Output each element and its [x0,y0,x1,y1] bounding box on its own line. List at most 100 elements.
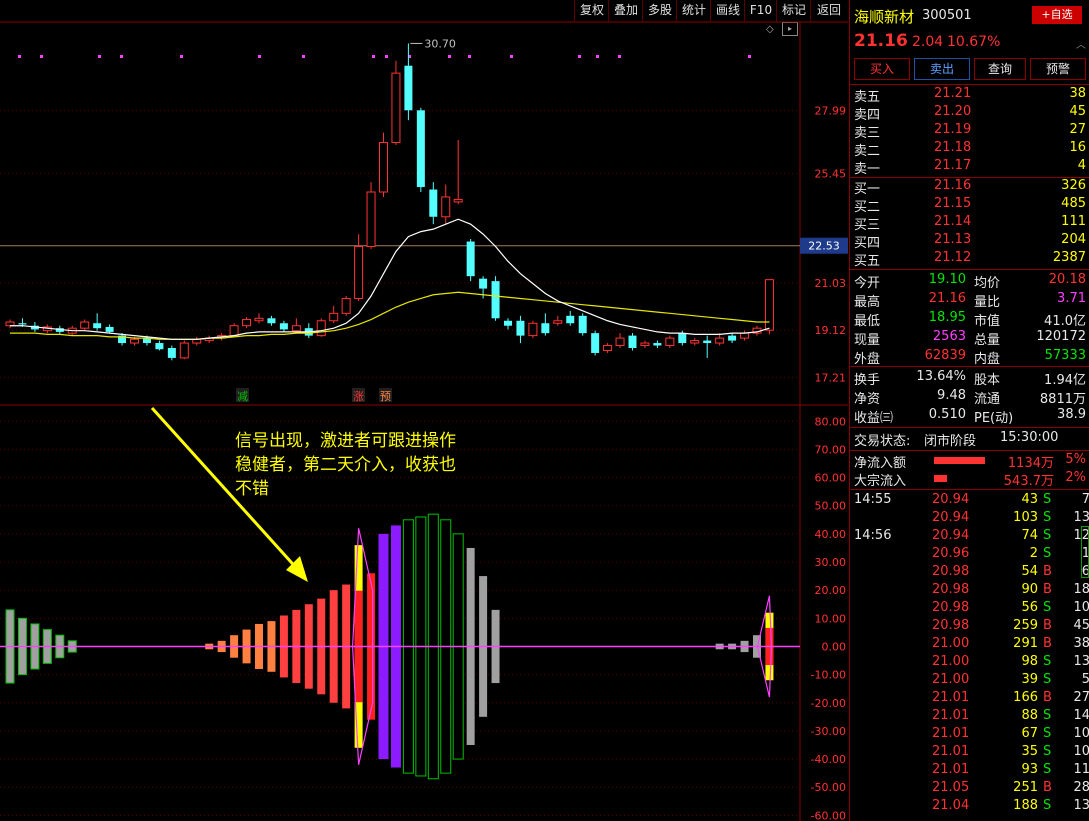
tick-side: B [1043,780,1052,795]
signal-dot [302,55,305,58]
bid-row: 买五 21.12 2387 [850,250,1089,269]
tick-price: 21.01 [932,690,970,705]
stat-label: 收益㈢ [854,411,894,426]
buy-button[interactable]: 买入 [854,58,910,80]
tick-volume: 251 [1013,780,1038,795]
candle-body [429,189,438,217]
bid-row: 买四 21.13 204 [850,232,1089,251]
candle-body [715,337,725,344]
tick-volume: 2 [1029,546,1038,561]
ask-row: 卖一 21.17 4 [850,158,1089,177]
tick-row: 21.01 88 S 14 [850,708,1089,726]
tick-count: 10 [1073,600,1089,615]
signal-dot [98,55,101,58]
tick-volume: 67 [1021,726,1038,741]
ma-slow-line [10,291,770,340]
stat-row: 最高 21.16 量比 3.71 [850,291,1089,310]
signal-dot [618,55,621,58]
kline-chart[interactable]: 27.99 25.45 21.03 19.12 17.21 22.53 30.70 减 涨 预 80… [0,0,848,821]
osc-tick-label: -10.00 [811,669,846,682]
stat-row: 今开 19.10 均价 20.18 [850,272,1089,291]
candle-body [80,321,90,329]
candle-body [105,326,114,332]
stat-row: 最低 18.95 市值 41.0亿 [850,310,1089,329]
tick-count: 10 [1073,744,1089,759]
price-change-pct: 10.67% [947,34,1001,50]
tick-side: B [1043,618,1052,633]
tick-volume: 39 [1021,672,1038,687]
tick-count: 14 [1073,708,1089,723]
scrollbar[interactable] [1081,526,1089,578]
current-price: 21.16 [854,31,908,51]
stat-value: 3.71 [1057,291,1086,306]
stat-label: 均价 [974,276,1001,291]
bid-row: 买一 21.16 326 [850,178,1089,197]
annotation-text: 不错 [235,479,269,499]
stat-row: 净资 9.48 流通 8811万 [850,388,1089,407]
bid-label: 买二 [854,200,881,215]
tick-volume: 188 [1013,798,1038,813]
stat-label: 量比 [974,295,1001,310]
candle-body [528,322,538,337]
price-tick-label: 17.21 [815,371,847,384]
bid-volume: 111 [1061,214,1086,229]
tick-price: 20.94 [932,528,970,543]
add-watchlist-button[interactable]: +自选 [1032,6,1082,24]
candle-body [653,343,662,346]
stat-value: 62839 [924,348,966,363]
ask-label: 卖五 [854,90,881,105]
candle-body [93,323,102,329]
tick-side: S [1043,528,1052,543]
candle-body [728,335,737,341]
tick-volume: 259 [1013,618,1038,633]
candle-body [155,343,164,350]
stat-label: 总量 [974,333,1001,348]
stat-label: 最高 [854,295,881,310]
tick-price: 21.01 [932,762,970,777]
flow-pct: 2% [1065,470,1086,485]
osc-tick-label: 40.00 [815,528,847,541]
tick-price: 21.01 [932,726,970,741]
price-change: 2.04 [912,34,944,50]
candle-body [441,196,451,218]
tick-side: S [1043,654,1052,669]
osc-tick-label: -40.00 [811,753,846,766]
expand-icon[interactable]: ︿ [1076,36,1086,51]
candle-body [678,333,687,344]
tick-volume: 35 [1021,744,1038,759]
candle-body [366,191,376,247]
tick-row: 21.04 188 S 13 [850,798,1089,816]
sell-button[interactable]: 卖出 [914,58,970,80]
query-button[interactable]: 查询 [974,58,1026,80]
status-state: 闭市阶段 [924,434,977,449]
stock-name: 海顺新材 [854,8,915,26]
signal-dot [468,55,471,58]
tick-time: 14:55 [854,492,892,507]
stat-label: 外盘 [854,352,881,367]
tick-count: 28 [1073,780,1089,795]
tick-count: 13 [1073,654,1089,669]
bid-volume: 326 [1061,178,1086,193]
bid-label: 买三 [854,218,881,233]
bid-price: 21.12 [934,250,972,265]
candle-body [628,335,637,348]
tick-side: B [1043,690,1052,705]
tick-volume: 56 [1021,600,1038,615]
tick-volume: 43 [1021,492,1038,507]
signal-dot [748,55,751,58]
tick-price: 20.96 [932,546,970,561]
alert-button[interactable]: 预警 [1030,58,1086,80]
ask-price: 21.21 [934,86,972,101]
candle-body [279,323,288,330]
candle-body [703,340,712,344]
tick-count: 18 [1073,582,1089,597]
osc-tick-label: 50.00 [815,500,847,513]
osc-tick-label: -50.00 [811,781,846,794]
ask-label: 卖三 [854,126,881,141]
tick-volume: 54 [1021,564,1038,579]
candle-body [603,345,613,351]
candle-body [479,278,488,289]
tick-row: 21.05 251 B 28 [850,780,1089,798]
ask-price: 21.18 [934,140,972,155]
bid-row: 买二 21.15 485 [850,196,1089,215]
